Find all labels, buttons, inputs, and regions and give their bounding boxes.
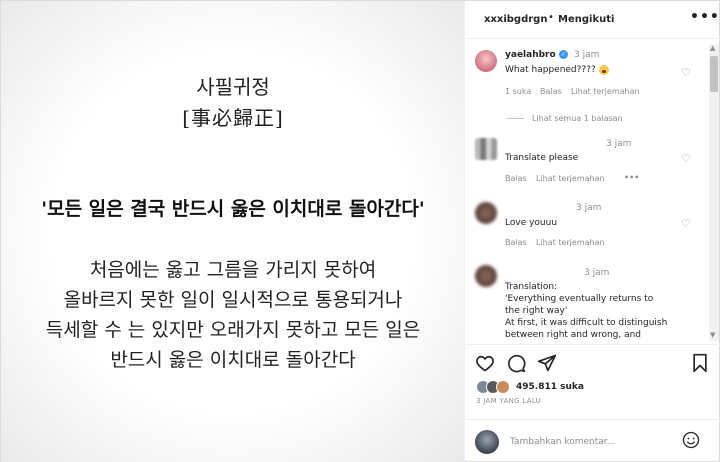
post-header: xxxibgdrgn • Mengikuti ••• bbox=[466, 1, 720, 39]
translate-button[interactable]: Lihat terjemahan bbox=[536, 174, 605, 183]
comments-scrollbar[interactable]: ▲ ▼ bbox=[709, 44, 719, 341]
post-timestamp: 3 JAM YANG LALU bbox=[476, 397, 542, 405]
following-button[interactable]: Mengikuti bbox=[558, 14, 614, 25]
comment-text-line: between right and wrong, and bbox=[505, 330, 642, 340]
comments-list: yaelahbro ✓ 3 jam What happened???? ♡ 1 … bbox=[466, 40, 720, 344]
image-body-line: 올바르지 못한 일이 일시적으로 통용되거나 bbox=[63, 289, 403, 311]
comment-text-line: Translation: bbox=[505, 282, 558, 292]
comment-time: 3 jam bbox=[576, 203, 602, 213]
avatar[interactable] bbox=[475, 265, 497, 287]
comment-time: 3 jam bbox=[574, 50, 600, 60]
view-replies-button[interactable]: Lihat semua 1 balasan bbox=[532, 114, 623, 123]
comment-more-icon[interactable]: ••• bbox=[624, 173, 639, 182]
avatar[interactable] bbox=[475, 50, 497, 72]
translate-button[interactable]: Lihat terjemahan bbox=[536, 238, 605, 247]
surprised-emoji-icon bbox=[598, 64, 609, 75]
reply-button[interactable]: Balas bbox=[505, 174, 527, 183]
post-side-panel: xxxibgdrgn • Mengikuti ••• yaelahbro ✓ 3… bbox=[466, 1, 720, 462]
comment-likes[interactable]: 1 suka bbox=[505, 87, 531, 96]
comment-text-line: At first, it was difficult to distinguis… bbox=[505, 318, 668, 328]
comment-like-heart-icon[interactable]: ♡ bbox=[681, 217, 691, 230]
comment-username-text[interactable]: yaelahbro bbox=[505, 50, 556, 60]
image-title-hanja: [事必歸正] bbox=[182, 106, 284, 130]
bookmark-icon[interactable] bbox=[690, 353, 710, 373]
post-actions: 495.811 suka 3 JAM YANG LALU bbox=[466, 344, 720, 405]
avatar[interactable] bbox=[475, 138, 497, 160]
post-dialog: 사필귀정 [事必歸正] '모든 일은 결국 반드시 옳은 이치대로 돌아간다' … bbox=[0, 0, 720, 462]
comment-icon[interactable] bbox=[506, 353, 526, 373]
comment-text: Translation: 'Everything eventually retu… bbox=[505, 281, 675, 341]
comment-text: What happened???? bbox=[505, 64, 675, 76]
comment-like-heart-icon[interactable]: ♡ bbox=[681, 66, 691, 79]
comment-like-heart-icon[interactable]: ♡ bbox=[681, 152, 691, 165]
comment-composer bbox=[466, 419, 720, 462]
comment-text-line: 'Everything eventually returns to bbox=[505, 294, 654, 304]
reply-button[interactable]: Balas bbox=[540, 87, 562, 96]
likers-avatars[interactable] bbox=[476, 380, 512, 394]
comment-time: 3 jam bbox=[584, 268, 610, 278]
image-body-line: 반드시 옳은 이치대로 돌아간다 bbox=[110, 349, 356, 371]
like-count[interactable]: 495.811 suka bbox=[516, 382, 584, 392]
header-separator: • bbox=[548, 12, 554, 23]
paper-plane-icon[interactable] bbox=[537, 353, 557, 373]
scroll-thumb[interactable] bbox=[710, 56, 718, 92]
image-body-line: 득세할 수 는 있지만 오래가지 못하고 모든 일은 bbox=[45, 319, 421, 341]
smiley-icon[interactable] bbox=[682, 431, 700, 449]
post-image: 사필귀정 [事必歸正] '모든 일은 결국 반드시 옳은 이치대로 돌아간다' … bbox=[1, 1, 465, 462]
author-username[interactable]: xxxibgdrgn bbox=[484, 14, 547, 25]
translate-button[interactable]: Lihat terjemahan bbox=[571, 87, 640, 96]
avatar bbox=[475, 430, 499, 454]
avatar bbox=[496, 380, 510, 394]
image-body-line: 처음에는 옳고 그름을 가리지 못하여 bbox=[89, 259, 377, 281]
verified-badge-icon: ✓ bbox=[558, 50, 568, 59]
comment-username[interactable]: yaelahbro ✓ bbox=[505, 50, 568, 60]
replies-divider bbox=[506, 118, 524, 119]
scroll-up-arrow-icon[interactable]: ▲ bbox=[710, 44, 715, 52]
comment-text: Love youuu bbox=[505, 218, 558, 228]
avatar[interactable] bbox=[475, 202, 497, 224]
reply-button[interactable]: Balas bbox=[505, 238, 527, 247]
image-title-korean: 사필귀정 bbox=[196, 75, 270, 99]
comment-input[interactable] bbox=[510, 434, 670, 450]
scroll-down-arrow-icon[interactable]: ▼ bbox=[710, 331, 715, 339]
comment-time: 3 jam bbox=[606, 139, 632, 149]
image-quote: '모든 일은 결국 반드시 옳은 이치대로 돌아간다' bbox=[41, 198, 425, 220]
heart-icon[interactable] bbox=[475, 353, 495, 373]
image-body-text: 처음에는 옳고 그름을 가리지 못하여 올바르지 못한 일이 일시적으로 통용되… bbox=[1, 255, 465, 375]
comment-text-line: the right way' bbox=[505, 306, 568, 316]
more-icon[interactable]: ••• bbox=[690, 9, 720, 25]
comment-text: Translate please bbox=[505, 153, 579, 163]
comment-text-body: What happened???? bbox=[505, 65, 596, 75]
